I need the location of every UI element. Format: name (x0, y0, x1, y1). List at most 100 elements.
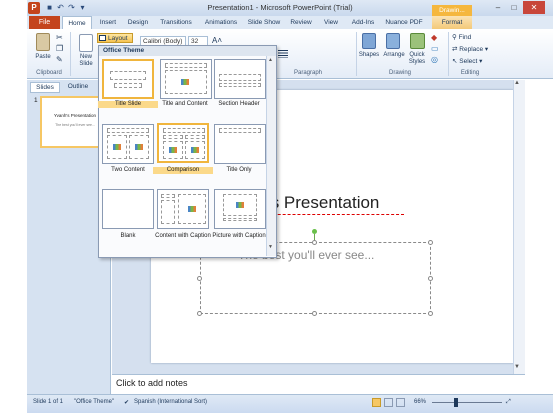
group-divider (356, 32, 357, 76)
shape-fill-icon[interactable]: ◆ (431, 33, 437, 42)
find-button[interactable]: ⚲ Find (452, 33, 471, 41)
select-icon: ↖ (452, 58, 458, 65)
format-painter-icon[interactable]: ✎ (56, 55, 63, 64)
resize-handle[interactable] (428, 240, 433, 245)
slide-count: Slide 1 of 1 (33, 399, 64, 405)
placeholder-box (161, 194, 175, 198)
quick-styles-icon[interactable] (410, 33, 425, 49)
select-button[interactable]: ↖ Select ▾ (452, 57, 482, 65)
tab-slide-show[interactable]: Slide Show (244, 16, 284, 29)
resize-handle[interactable] (312, 240, 317, 245)
paste-button[interactable]: Paste (32, 54, 54, 61)
layout-content-with-caption[interactable] (157, 189, 209, 229)
resize-handle[interactable] (197, 276, 202, 281)
copy-icon[interactable]: ❐ (56, 44, 63, 53)
new-slide-icon[interactable] (79, 34, 93, 52)
spellcheck-icon[interactable]: ✔ (124, 399, 129, 406)
content-icons (113, 144, 121, 150)
cut-icon[interactable]: ✂ (56, 33, 63, 42)
tab-outline[interactable]: Outline (62, 82, 94, 93)
layout-title-slide[interactable] (102, 59, 154, 99)
grow-font-icon[interactable]: A˄ (212, 36, 222, 45)
zoom-slider-thumb[interactable] (454, 398, 458, 407)
tab-nuance-pdf[interactable]: Nuance PDF (382, 16, 426, 29)
layout-picture-with-caption[interactable] (214, 189, 266, 229)
language-label[interactable]: Spanish (International Sort) (134, 399, 207, 405)
vertical-scrollbar[interactable] (513, 80, 525, 374)
gallery-scroll-down-icon[interactable]: ▼ (268, 244, 273, 250)
content-icons (191, 147, 199, 153)
tab-view[interactable]: View (318, 16, 344, 29)
quick-styles-button[interactable]: Quick Styles (406, 52, 428, 66)
layout-blank[interactable] (102, 189, 154, 229)
layout-icon (99, 35, 106, 41)
scroll-up-icon[interactable]: ▲ (514, 80, 520, 86)
layout-title-and-content[interactable] (160, 59, 212, 99)
reading-view-icon[interactable] (396, 398, 405, 407)
save-icon[interactable]: ■ (45, 3, 54, 12)
resize-handle[interactable] (312, 311, 317, 316)
layout-comparison[interactable] (157, 123, 209, 163)
powerpoint-app-icon[interactable]: P (28, 2, 40, 14)
contextual-tab-drawing-tools: Drawin... (432, 5, 472, 16)
normal-view-icon[interactable] (372, 398, 381, 407)
customize-icon[interactable]: ▾ (78, 3, 87, 12)
placeholder-box (165, 63, 207, 68)
rotation-handle[interactable] (312, 229, 317, 234)
maximize-button[interactable]: □ (506, 1, 522, 14)
slide-sorter-icon[interactable] (384, 398, 393, 407)
placeholder-box (163, 135, 183, 139)
layout-title-only[interactable] (214, 124, 266, 164)
layout-label: Title Only (226, 167, 252, 173)
tab-animations[interactable]: Animations (200, 16, 242, 29)
placeholder-box (110, 71, 146, 80)
slide-number: 1 (34, 97, 38, 104)
resize-handle[interactable] (197, 311, 202, 316)
thumbnail-title: Yvanh's Presentation (53, 113, 97, 118)
tab-format[interactable]: Format (432, 16, 472, 29)
replace-label: Replace (459, 46, 484, 53)
gallery-scrollbar[interactable] (266, 56, 276, 256)
shapes-icon[interactable] (362, 33, 376, 49)
tab-insert[interactable]: Insert (94, 16, 122, 29)
layout-label: Content with Caption (155, 233, 211, 239)
minimize-button[interactable]: – (490, 1, 506, 14)
shape-effects-icon[interactable]: ◎ (431, 55, 438, 64)
drawing-group-label: Drawing (388, 70, 411, 76)
align-left-icon[interactable] (278, 50, 288, 58)
undo-icon[interactable]: ↶ (56, 3, 65, 12)
arrange-icon[interactable] (386, 33, 400, 49)
theme-name[interactable]: "Office Theme" (74, 399, 114, 405)
shapes-button[interactable]: Shapes (358, 52, 380, 59)
layout-label: Picture with Caption (212, 233, 266, 239)
zoom-level[interactable]: 66% (414, 399, 426, 405)
layout-two-content[interactable] (102, 124, 154, 164)
layout-label: Section Header (218, 101, 260, 107)
tab-review[interactable]: Review (286, 16, 316, 29)
paste-icon[interactable] (36, 33, 50, 51)
resize-handle[interactable] (428, 276, 433, 281)
gallery-scroll-up-icon[interactable]: ▲ (268, 57, 273, 63)
close-button[interactable]: ✕ (523, 1, 545, 14)
layout-section-header[interactable] (214, 59, 266, 99)
placeholder-box (185, 135, 205, 139)
new-slide-button[interactable]: New Slide (74, 54, 98, 68)
notes-placeholder[interactable]: Click to add notes (116, 378, 188, 388)
thumbnail-subtitle: The best you'll ever see... (55, 123, 95, 127)
arrange-button[interactable]: Arrange (381, 52, 407, 59)
tab-add-ins[interactable]: Add-Ins (348, 16, 378, 29)
placeholder-box (219, 128, 261, 133)
tab-file[interactable]: File (29, 16, 60, 29)
scroll-down-icon[interactable]: ▼ (514, 364, 520, 370)
layout-label: Title Slide (98, 101, 158, 108)
tab-home[interactable]: Home (62, 16, 92, 29)
tab-transitions[interactable]: Transitions (154, 16, 198, 29)
zoom-slider[interactable] (432, 402, 502, 403)
resize-handle[interactable] (428, 311, 433, 316)
replace-button[interactable]: ⇄ Replace ▾ (452, 45, 488, 53)
redo-icon[interactable]: ↷ (67, 3, 76, 12)
fit-to-window-icon[interactable]: ⤢ (506, 399, 511, 406)
shape-outline-icon[interactable]: ▭ (431, 44, 439, 53)
tab-slides[interactable]: Slides (30, 82, 60, 93)
tab-design[interactable]: Design (124, 16, 152, 29)
